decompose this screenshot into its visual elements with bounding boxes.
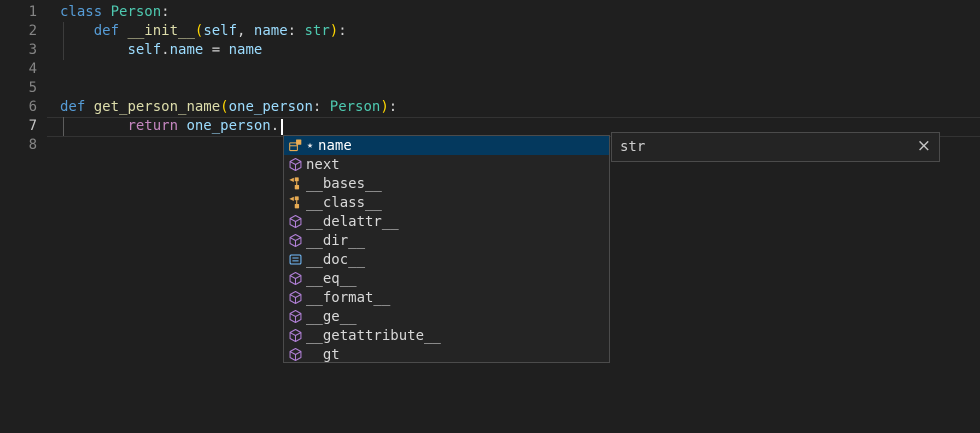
suggest-item[interactable]: __doc__	[284, 250, 609, 269]
suggest-item-label: __bases__	[306, 176, 382, 192]
suggest-item[interactable]: __bases__	[284, 174, 609, 193]
code-text: class Person:	[60, 3, 170, 22]
suggest-item[interactable]: __dir__	[284, 231, 609, 250]
suggest-item-label: __format__	[306, 290, 390, 306]
code-text: def __init__(self, name: str):	[60, 22, 347, 41]
code-line-4[interactable]: 4	[0, 60, 980, 79]
method-symbol-icon	[287, 233, 303, 249]
code-editor[interactable]: 1class Person:2 def __init__(self, name:…	[0, 0, 980, 433]
suggest-detail-type: str	[620, 133, 645, 161]
suggest-item-label: next	[306, 157, 340, 173]
suggest-item[interactable]: next	[284, 155, 609, 174]
suggest-item-label: __getattribute__	[306, 328, 441, 344]
code-text: def get_person_name(one_person: Person):	[60, 98, 397, 117]
line-number: 4	[0, 60, 37, 79]
suggest-item[interactable]: __format__	[284, 288, 609, 307]
class-symbol-icon	[287, 195, 303, 211]
method-symbol-icon	[287, 157, 303, 173]
code-line-6[interactable]: 6 def get_person_name(one_person: Person)…	[0, 98, 980, 117]
suggest-item[interactable]: __class__	[284, 193, 609, 212]
code-line-2[interactable]: 2 def __init__(self, name: str):	[0, 22, 980, 41]
close-icon[interactable]: ×	[917, 133, 931, 159]
suggest-list: ★ name next __bases__ __class__ __delattr__ __…	[284, 136, 609, 363]
suggest-item-label: __delattr__	[306, 214, 399, 230]
suggest-item-label: __class__	[306, 195, 382, 211]
line-number: 6	[0, 98, 37, 117]
text-cursor	[281, 119, 283, 135]
intellicode-star-icon: ★	[307, 140, 313, 151]
line-number: 7	[0, 117, 37, 136]
suggest-item-label: __doc__	[306, 252, 365, 268]
method-symbol-icon	[287, 309, 303, 325]
doc-symbol-icon	[287, 252, 303, 268]
suggest-item-label: name	[318, 138, 352, 154]
class-symbol-icon	[287, 176, 303, 192]
suggest-item[interactable]: __getattribute__	[284, 326, 609, 345]
suggest-item[interactable]: ★ name	[284, 136, 609, 155]
line-number: 8	[0, 136, 37, 155]
code-text: return one_person.	[60, 117, 279, 136]
suggest-item[interactable]: __eq__	[284, 269, 609, 288]
suggest-item[interactable]: __delattr__	[284, 212, 609, 231]
suggest-item[interactable]: __ge__	[284, 307, 609, 326]
method-symbol-icon	[287, 290, 303, 306]
method-symbol-icon	[287, 347, 303, 363]
suggest-item[interactable]: __gt__	[284, 345, 609, 363]
suggest-details-panel: str ×	[611, 132, 940, 162]
method-symbol-icon	[287, 328, 303, 344]
suggest-item-label: __gt__	[306, 347, 357, 363]
field-symbol-icon	[287, 138, 303, 154]
suggest-item-label: __dir__	[306, 233, 365, 249]
line-number: 5	[0, 79, 37, 98]
code-line-5[interactable]: 5	[0, 79, 980, 98]
line-number: 3	[0, 41, 37, 60]
method-symbol-icon	[287, 214, 303, 230]
suggest-item-label: __ge__	[306, 309, 357, 325]
line-number: 2	[0, 22, 37, 41]
suggest-item-label: __eq__	[306, 271, 357, 287]
code-text: self.name = name	[60, 41, 262, 60]
suggest-widget: ★ name next __bases__ __class__ __delattr__ __…	[283, 135, 610, 363]
code-line-3[interactable]: 3 self.name = name	[0, 41, 980, 60]
code-line-1[interactable]: 1 class Person:	[0, 3, 980, 22]
line-number: 1	[0, 3, 37, 22]
method-symbol-icon	[287, 271, 303, 287]
